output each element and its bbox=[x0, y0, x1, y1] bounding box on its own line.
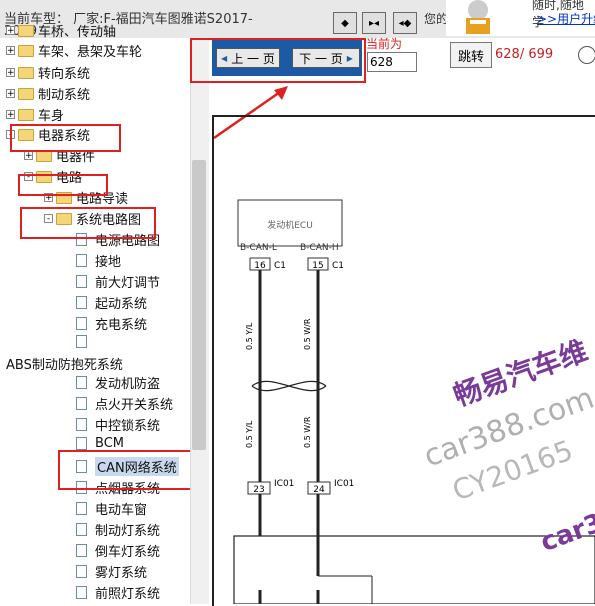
tree-item-label: 中控锁系统 bbox=[95, 419, 161, 434]
tree-item-label: 车架、悬架及车轮 bbox=[38, 45, 143, 60]
tree-item[interactable]: + 制动系统 bbox=[6, 84, 90, 103]
wire-left-bot-label: 0.5 Y/L bbox=[245, 420, 254, 448]
folder-icon bbox=[18, 108, 34, 121]
annotation-box-pager bbox=[190, 38, 366, 83]
zoom-icon[interactable] bbox=[578, 46, 595, 64]
tree-item[interactable]: + 转向系统 bbox=[6, 63, 90, 82]
tree-item[interactable]: + 车架、悬架及车轮 bbox=[6, 41, 142, 60]
tree-item-label: ABS制动防抱死系统 bbox=[6, 358, 123, 373]
folder-icon bbox=[18, 24, 34, 37]
upgrade-link[interactable]: >>用户升级 bbox=[537, 10, 595, 27]
pin-right-label: B-CAN-H bbox=[300, 243, 339, 253]
wire-right-top-label: 0.5 W/R bbox=[303, 318, 312, 350]
lower-module-box bbox=[233, 535, 595, 604]
document-icon bbox=[76, 335, 87, 348]
scrollbar-thumb[interactable] bbox=[192, 160, 206, 450]
tree-item-label: 接地 bbox=[95, 255, 122, 270]
document-icon bbox=[76, 502, 87, 515]
wire-left-top-label: 0.5 Y/L bbox=[245, 322, 254, 350]
tree-item-label: 倒车灯系统 bbox=[95, 545, 161, 560]
tree-item[interactable] bbox=[76, 335, 95, 348]
ecu-label: 发动机ECU bbox=[267, 219, 313, 231]
tree-item-label: 前照灯系统 bbox=[95, 587, 161, 602]
tree-item[interactable]: 前大灯调节 bbox=[76, 272, 160, 291]
expand-icon[interactable]: + bbox=[6, 110, 15, 120]
document-icon bbox=[76, 586, 87, 599]
expand-icon[interactable]: + bbox=[6, 89, 15, 99]
connector-c1-right: C1 bbox=[332, 261, 344, 271]
expand-icon[interactable]: + bbox=[24, 151, 33, 161]
document-icon bbox=[76, 418, 87, 431]
tree-item[interactable]: 雾灯系统 bbox=[76, 562, 147, 581]
annotation-box-tree bbox=[20, 207, 156, 239]
tree-item[interactable]: 发动机防盗 bbox=[76, 373, 160, 392]
tree-item[interactable]: + 车桥、传动轴 bbox=[6, 21, 116, 40]
document-icon bbox=[76, 376, 87, 389]
page-count: 628/ 699 bbox=[495, 47, 554, 62]
expand-icon[interactable]: + bbox=[6, 68, 15, 78]
current-page-label: 当前为 bbox=[366, 37, 403, 51]
tree-item[interactable]: + 车身 bbox=[6, 105, 64, 124]
nav-right-icon[interactable]: ◂◆ bbox=[393, 12, 417, 34]
tree-item-label: 制动系统 bbox=[38, 88, 91, 103]
tree-item[interactable]: 中控锁系统 bbox=[76, 415, 160, 434]
wire-right-bot-label: 0.5 W/R bbox=[303, 416, 312, 448]
document-icon bbox=[76, 254, 87, 267]
nav-left-icon[interactable]: ◆ bbox=[333, 12, 357, 34]
connector-23-label: 23 bbox=[253, 485, 264, 495]
tree-item[interactable]: 倒车灯系统 bbox=[76, 541, 160, 560]
document-icon bbox=[76, 275, 87, 288]
tree-item[interactable]: BCM bbox=[76, 436, 124, 451]
tree-item[interactable]: 起动系统 bbox=[76, 293, 147, 312]
tree-item-label: 转向系统 bbox=[38, 67, 91, 82]
tree-item-label: BCM bbox=[95, 436, 124, 451]
folder-icon bbox=[18, 66, 34, 79]
tree-item-label: 起动系统 bbox=[95, 297, 148, 312]
connector-c1-left: C1 bbox=[274, 261, 286, 271]
expand-icon[interactable]: + bbox=[6, 26, 15, 36]
jump-button[interactable]: 跳转 bbox=[450, 42, 492, 68]
document-icon bbox=[76, 544, 87, 557]
tree-item-label: 车桥、传动轴 bbox=[38, 25, 117, 40]
nav-both-icon[interactable]: ▸◂ bbox=[362, 12, 386, 34]
connector-16-label: 16 bbox=[254, 261, 266, 271]
annotation-box-tree bbox=[10, 124, 121, 152]
document-icon bbox=[76, 523, 87, 536]
tree-item-label: 雾灯系统 bbox=[95, 566, 148, 581]
ic01-left-label: IC01 bbox=[274, 479, 294, 489]
document-icon bbox=[76, 317, 87, 330]
page-number-input[interactable] bbox=[367, 52, 417, 72]
annotation-box-tree bbox=[18, 174, 108, 196]
tree-item-label: 制动灯系统 bbox=[95, 524, 161, 539]
tree-item[interactable]: 电动车窗 bbox=[76, 499, 147, 518]
document-icon bbox=[76, 296, 87, 309]
tree-item-label: 充电系统 bbox=[95, 318, 148, 333]
ic01-right-label: IC01 bbox=[334, 479, 354, 489]
tree-item[interactable]: 充电系统 bbox=[76, 314, 147, 333]
mascot-icon bbox=[448, 0, 508, 36]
tree-item-label: 前大灯调节 bbox=[95, 276, 161, 291]
folder-icon bbox=[18, 44, 34, 57]
tree-item-label: 点火开关系统 bbox=[95, 398, 174, 413]
tree-item[interactable]: 点火开关系统 bbox=[76, 394, 173, 413]
wiring-diagram: 发动机ECU B-CAN-L B-CAN-H 16 C1 15 C1 0.5 Y… bbox=[233, 199, 595, 604]
pin-left-label: B-CAN-L bbox=[240, 243, 277, 253]
tree-item[interactable]: ABS制动防抱死系统 bbox=[6, 354, 123, 373]
tree-item-label: 电动车窗 bbox=[95, 503, 148, 518]
tree-item[interactable]: 接地 bbox=[76, 251, 121, 270]
tree-item[interactable]: 前照灯系统 bbox=[76, 583, 160, 602]
tree-item-label: 发动机防盗 bbox=[95, 377, 161, 392]
connector-15-label: 15 bbox=[312, 261, 323, 271]
connector-24-label: 24 bbox=[313, 485, 325, 495]
expand-icon[interactable]: + bbox=[6, 46, 15, 56]
folder-icon bbox=[18, 87, 34, 100]
document-icon bbox=[76, 437, 87, 450]
ad-prefix-text: 您的 bbox=[424, 12, 449, 26]
twisted-pair-icon bbox=[251, 380, 327, 392]
document-icon bbox=[76, 397, 87, 410]
tree-item-label: 车身 bbox=[38, 109, 65, 124]
document-icon bbox=[76, 565, 87, 578]
annotation-box-tree bbox=[58, 450, 196, 490]
tree-item[interactable]: 制动灯系统 bbox=[76, 520, 160, 539]
